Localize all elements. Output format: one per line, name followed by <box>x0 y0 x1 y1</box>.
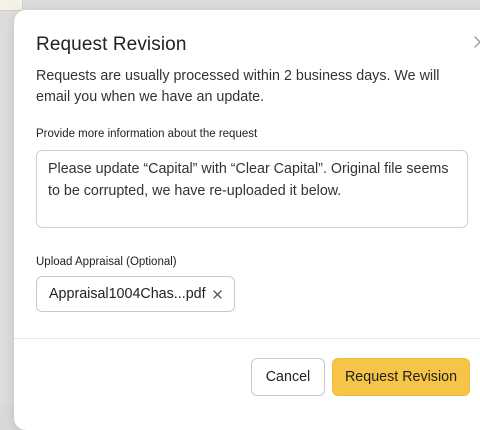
remove-file-button[interactable] <box>212 288 224 300</box>
cancel-button[interactable]: Cancel <box>251 358 325 396</box>
request-info-label: Provide more information about the reque… <box>36 128 258 140</box>
upload-appraisal-label: Upload Appraisal (Optional) <box>36 256 177 268</box>
dialog-description: Requests are usually processed within 2 … <box>36 68 440 105</box>
dialog-title: Request Revision <box>36 34 187 55</box>
footer-divider <box>14 338 480 339</box>
uploaded-file-chip: Appraisal1004Chas...pdf <box>36 276 235 312</box>
request-revision-button[interactable]: Request Revision <box>332 358 470 396</box>
close-icon <box>474 36 480 48</box>
background-page-fragment <box>0 0 23 11</box>
request-revision-dialog: Request Revision Requests are usually pr… <box>14 10 480 430</box>
dialog-header: Request Revision <box>36 34 480 66</box>
uploaded-file-name: Appraisal1004Chas...pdf <box>49 286 206 302</box>
close-icon <box>213 289 222 299</box>
close-button[interactable] <box>472 34 480 52</box>
request-info-textarea[interactable]: Please update “Capital” with “Clear Capi… <box>36 150 468 228</box>
